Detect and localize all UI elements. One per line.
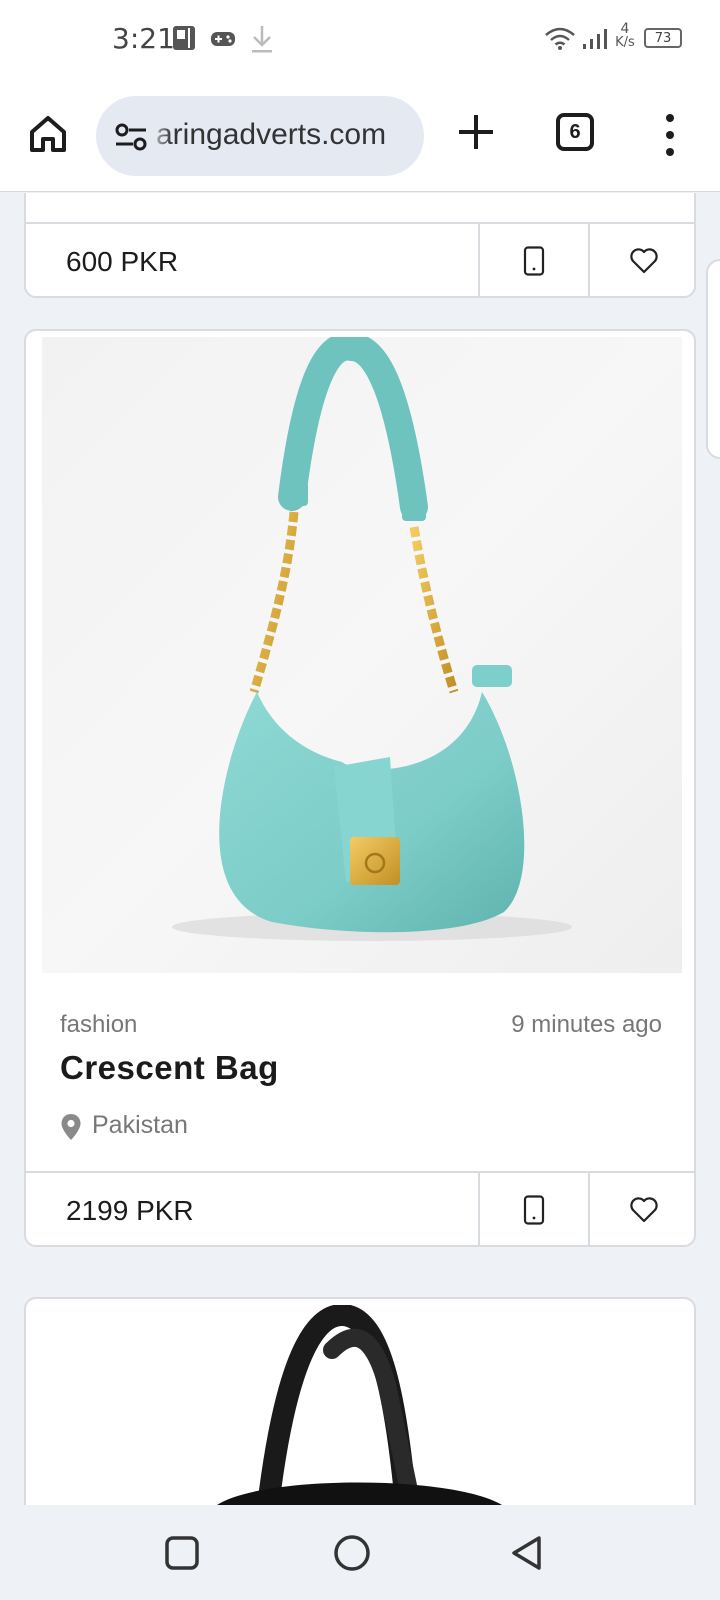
price-row: 2199 PKR: [26, 1171, 694, 1245]
download-icon: [252, 26, 272, 53]
net-speed: 4 K/s: [612, 22, 638, 50]
listing-posted-time: 9 minutes ago: [511, 1011, 662, 1038]
tote-illustration: [217, 1303, 502, 1505]
gamepad-icon: [211, 32, 235, 46]
listing-card: 600 PKR: [24, 193, 696, 298]
system-nav-bar: [0, 1505, 720, 1600]
listing-card[interactable]: [24, 1297, 696, 1505]
signal-icon: [583, 29, 607, 49]
net-speed-unit: K/s: [615, 35, 635, 50]
product-image[interactable]: [42, 1303, 682, 1505]
plus-icon[interactable]: [456, 112, 496, 152]
more-vert-icon[interactable]: [660, 110, 680, 160]
call-button[interactable]: [478, 224, 588, 296]
address-bar[interactable]: aringadverts.com: [96, 96, 424, 176]
listing-price: 600 PKR: [66, 246, 179, 277]
phone-icon: [523, 1195, 545, 1225]
listing-feed: 600 PKR fashion 9 minutes ago Crescent B…: [0, 193, 720, 1505]
tab-switcher-button[interactable]: 6: [556, 113, 594, 151]
back-icon[interactable]: [506, 1533, 546, 1573]
site-settings-icon[interactable]: [114, 122, 148, 152]
home-icon[interactable]: [26, 112, 70, 156]
favorite-button[interactable]: [588, 1173, 694, 1245]
product-image[interactable]: [42, 332, 682, 973]
location-pin-icon: [61, 1114, 81, 1140]
heart-icon: [630, 1197, 658, 1223]
url-text[interactable]: aringadverts.com: [156, 118, 386, 152]
favorite-button[interactable]: [588, 224, 694, 296]
call-button[interactable]: [478, 1173, 588, 1245]
listing-location: Pakistan: [92, 1111, 188, 1139]
pip-icon: [173, 26, 195, 50]
heart-icon: [630, 248, 658, 274]
recents-icon[interactable]: [162, 1533, 202, 1573]
bag-illustration: [172, 332, 572, 941]
status-time: 3:21: [112, 22, 175, 55]
net-speed-value: 4: [620, 21, 630, 37]
listing-card[interactable]: fashion 9 minutes ago Crescent Bag Pakis…: [24, 329, 696, 1247]
phone-icon: [523, 246, 545, 276]
battery-level: 73: [654, 30, 672, 46]
listing-price: 2199 PKR: [66, 1195, 194, 1226]
status-bar: 3:21 4 K/s 73: [0, 0, 720, 80]
listing-title[interactable]: Crescent Bag: [60, 1049, 279, 1087]
battery-icon: 73: [644, 28, 682, 48]
price-row: 600 PKR: [26, 222, 694, 296]
url-fade: [148, 106, 172, 166]
side-drawer-handle[interactable]: [706, 259, 720, 459]
wifi-icon: [545, 27, 575, 50]
listing-category[interactable]: fashion: [60, 1011, 137, 1039]
browser-toolbar: aringadverts.com 6: [0, 80, 720, 192]
tab-count: 6: [569, 120, 581, 143]
home-circle-icon[interactable]: [332, 1533, 372, 1573]
